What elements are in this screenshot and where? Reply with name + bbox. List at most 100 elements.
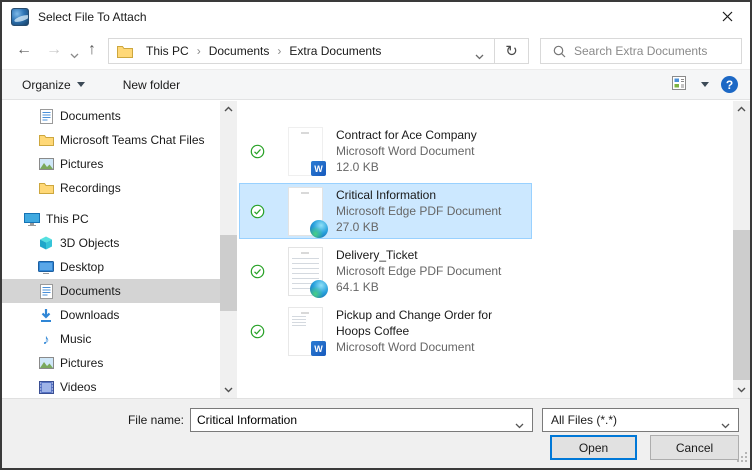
breadcrumb-separator: › [196,44,201,58]
combo-chevron-icon[interactable] [515,418,524,432]
file-list-scrollbar[interactable] [733,101,750,398]
sidebar-item-label: Desktop [60,260,105,274]
file-tile-pickup-and-change-order[interactable]: W Pickup and Change Order for Hoops Coff… [239,303,532,359]
file-type: Microsoft Word Document [336,340,475,354]
refresh-button[interactable]: ↻ [495,38,529,64]
new-folder-button[interactable]: New folder [113,70,190,99]
forward-icon[interactable]: → [46,40,62,60]
organize-button[interactable]: Organize [12,70,95,99]
file-tile-contract-for-ace-company[interactable]: W Contract for Ace Company Microsoft Wor… [239,123,532,179]
file-thumbnail: W [288,127,326,176]
back-icon[interactable]: ← [16,40,32,60]
refresh-icon: ↻ [505,43,518,60]
open-button[interactable]: Open [550,435,637,460]
sidebar-item-downloads[interactable]: Downloads [2,303,220,327]
window-title: Select File To Attach [38,10,147,24]
change-view-button[interactable] [671,75,689,94]
file-name: Critical Information [336,188,437,202]
sidebar-item-documents-quick[interactable]: Documents [2,104,220,128]
sidebar-item-videos[interactable]: Videos [2,375,220,398]
cube-icon [38,236,54,250]
navigation-pane: Documents Microsoft Teams Chat Files Pic… [2,101,220,398]
picture-icon [38,357,54,369]
sidebar-scrollbar[interactable] [220,101,237,398]
folder-icon [117,45,133,58]
combo-chevron-icon[interactable] [721,418,730,432]
titlebar: Select File To Attach [2,2,750,32]
sidebar-item-recordings[interactable]: Recordings [2,176,220,200]
sidebar-item-label: Music [60,332,92,346]
sidebar-item-label: This PC [46,212,89,226]
file-name-input[interactable] [191,409,532,431]
close-icon [722,11,733,22]
cancel-button[interactable]: Cancel [650,435,739,460]
sync-status-check-icon [250,204,265,222]
file-list: W Contract for Ace Company Microsoft Wor… [237,101,733,398]
file-tile-delivery-ticket[interactable]: Delivery_Ticket Microsoft Edge PDF Docum… [239,243,532,299]
sidebar-item-pictures[interactable]: Pictures [2,351,220,375]
edge-icon [310,220,328,238]
scroll-up-icon[interactable] [733,101,750,117]
computer-icon [24,212,40,226]
file-list-scrollbar-thumb[interactable] [733,230,750,380]
breadcrumb-this-pc[interactable]: This PC [140,39,195,63]
dialog-content: Documents Microsoft Teams Chat Files Pic… [2,101,750,398]
address-bar[interactable]: This PC › Documents › Extra Documents [108,38,495,64]
file-type: Microsoft Word Document [336,144,475,158]
sidebar-item-label: Downloads [60,308,120,322]
sidebar-item-label: Documents [60,284,121,298]
sidebar-item-label: Pictures [60,157,104,171]
sync-status-check-icon [250,264,265,282]
address-dropdown-chevron-icon[interactable] [475,49,484,63]
sidebar-item-this-pc[interactable]: This PC [2,207,220,231]
help-label: ? [725,77,734,92]
word-icon: W [311,161,326,176]
sidebar-item-music[interactable]: ♪ Music [2,327,220,351]
help-button[interactable]: ? [721,76,738,93]
sidebar-item-desktop[interactable]: Desktop [2,255,220,279]
sidebar-item-pictures-quick[interactable]: Pictures [2,152,220,176]
file-type-combobox[interactable]: All Files (*.*) [542,408,739,432]
up-icon[interactable]: ↑ [88,40,96,60]
video-icon [38,380,54,394]
file-type: Microsoft Edge PDF Document [336,264,502,278]
open-button-label: Open [578,440,609,455]
file-size: 27.0 KB [336,220,379,234]
file-name: Pickup and Change Order for Hoops Coffee [336,308,493,338]
music-icon: ♪ [42,331,50,347]
dialog-footer: File name: All Files (*.*) Open Cancel [2,398,750,468]
search-box[interactable] [540,38,742,64]
scroll-up-icon[interactable] [220,101,237,117]
sidebar-item-label: Documents [60,109,121,123]
download-icon [38,308,54,323]
file-tile-critical-information[interactable]: Critical Information Microsoft Edge PDF … [239,183,532,239]
sidebar-item-documents[interactable]: Documents [2,279,220,303]
file-thumbnail [288,247,328,298]
search-input[interactable] [574,44,741,58]
recent-locations-chevron-icon[interactable] [70,48,79,62]
file-type-value: All Files (*.*) [551,413,618,427]
word-icon: W [311,341,326,356]
document-icon [38,108,54,124]
breadcrumb-extra-documents[interactable]: Extra Documents [283,39,387,63]
picture-icon [38,158,54,170]
file-name-combobox[interactable] [190,408,533,432]
file-name: Contract for Ace Company [336,128,477,142]
scroll-down-icon[interactable] [733,382,750,398]
edge-icon [310,280,328,298]
view-options-chevron-icon[interactable] [701,82,709,87]
sidebar-item-3d-objects[interactable]: 3D Objects [2,231,220,255]
sidebar-item-label: Microsoft Teams Chat Files [60,133,205,147]
sidebar-item-microsoft-teams-chat-files[interactable]: Microsoft Teams Chat Files [2,128,220,152]
close-button[interactable] [705,2,750,31]
scroll-down-icon[interactable] [220,382,237,398]
app-icon [11,8,29,26]
resize-grip[interactable] [737,452,748,466]
sidebar-scrollbar-thumb[interactable] [220,235,237,311]
file-size: 64.1 KB [336,280,379,294]
breadcrumb-documents[interactable]: Documents [203,39,276,63]
document-icon [38,283,54,299]
file-type: Microsoft Edge PDF Document [336,204,502,218]
sync-status-check-icon [250,324,265,342]
file-size: 12.0 KB [336,160,379,174]
